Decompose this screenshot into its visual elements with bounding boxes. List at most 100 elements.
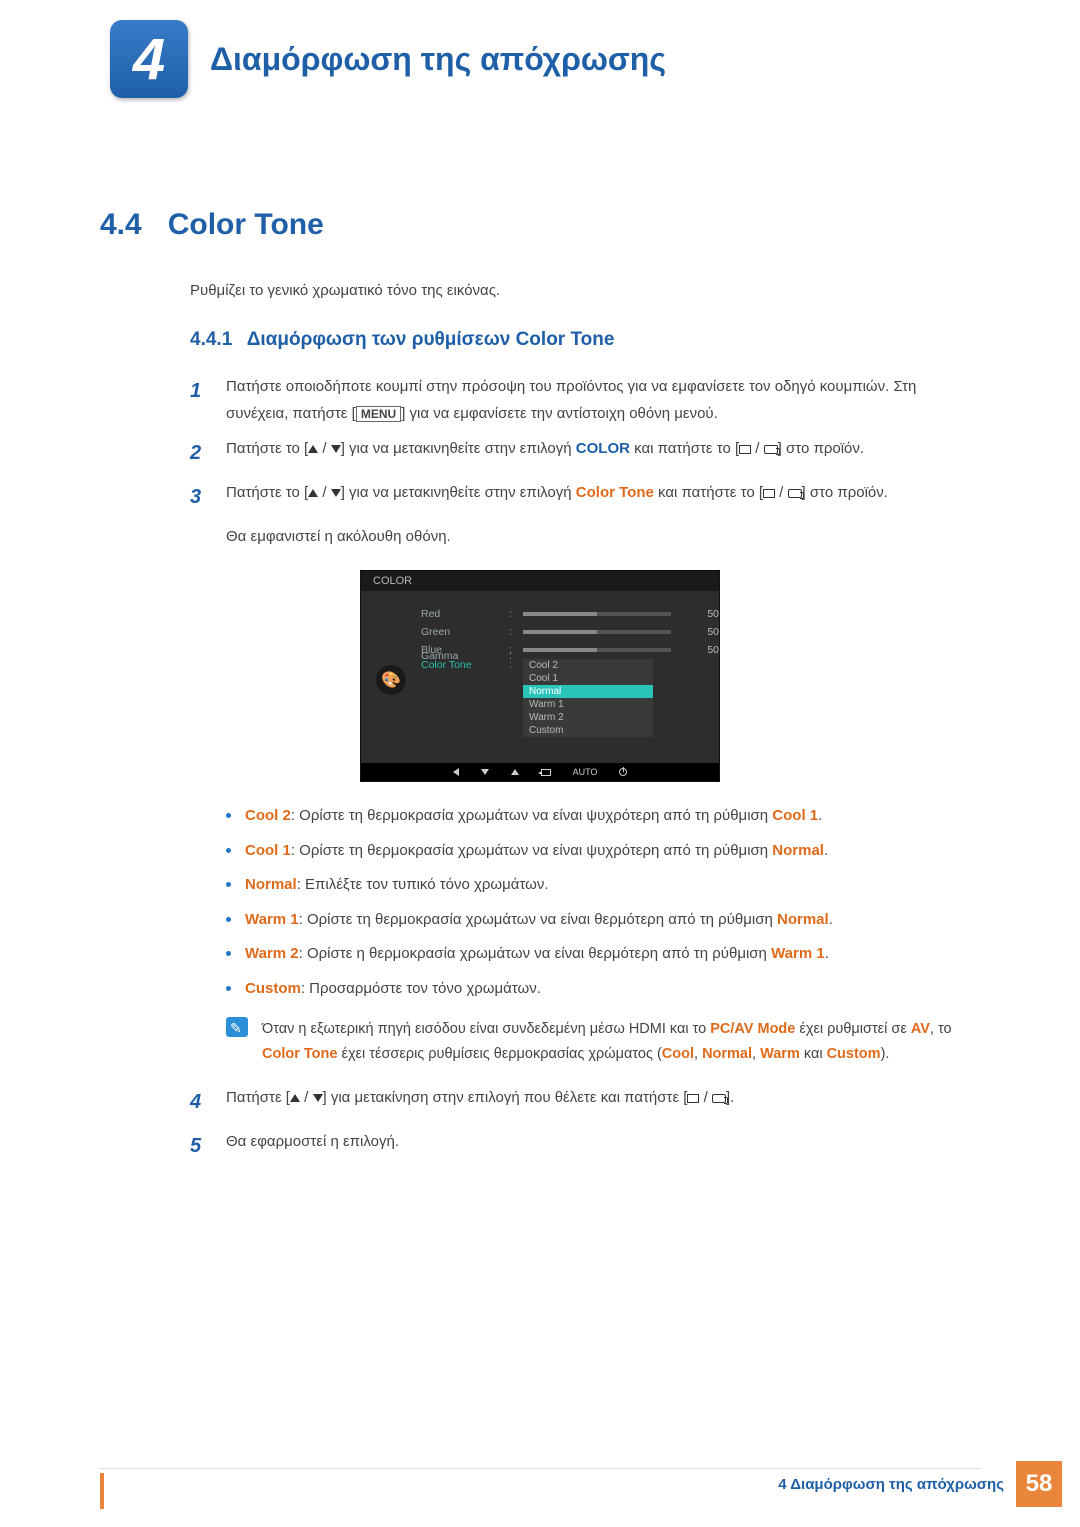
step-number: 4 (190, 1084, 208, 1120)
osd-label-green: Green (421, 626, 501, 638)
note-keyword: Cool (662, 1046, 694, 1062)
bullet-keyword: Warm 1 (245, 911, 299, 928)
left-arrow-icon (453, 768, 459, 776)
bullet-keyword: Warm 2 (245, 945, 299, 962)
bullet-end: . (818, 807, 822, 824)
bullet-keyword: Normal (245, 876, 297, 893)
step-text: ] για να εμφανίσετε την αντίστοιχη οθόνη… (401, 405, 718, 422)
step-3-note: Θα εμφανιστεί η ακόλουθη οθόνη. (226, 523, 980, 550)
osd-value-red: 50 (689, 608, 719, 620)
bullet-text: : Ορίστε η θερμοκρασία χρωμάτων να είναι… (299, 945, 771, 962)
bullet-icon (226, 917, 231, 922)
back-icon (541, 769, 551, 776)
chapter-number-badge: 4 (110, 20, 188, 98)
note-text: έχει τέσσερις ρυθμίσεις θερμοκρασίας χρώ… (337, 1046, 661, 1062)
enter-icon (687, 1094, 699, 1103)
bullet-item: Normal: Επιλέξτε τον τυπικό τόνο χρωμάτω… (226, 871, 980, 900)
section-heading: 4.4 Color Tone (100, 208, 980, 242)
bullet-end: . (824, 842, 828, 859)
note-keyword: Color Tone (262, 1046, 337, 1062)
down-arrow-icon (331, 445, 341, 453)
footer-chapter-label: 4 Διαμόρφωση της απόχρωσης (778, 1476, 1004, 1493)
slider-icon (523, 648, 671, 652)
note-text: ). (881, 1046, 890, 1062)
bullet-icon (226, 813, 231, 818)
section-title: Color Tone (168, 208, 324, 242)
note-keyword: PC/AV Mode (710, 1021, 795, 1037)
osd-dropdown: Cool 2 Cool 1 Normal Warm 1 Warm 2 Custo… (523, 659, 653, 737)
up-arrow-icon (290, 1094, 300, 1102)
keyword-color: COLOR (576, 440, 630, 457)
step-text: Πατήστε το [ (226, 484, 308, 501)
bullet-ref: Normal (772, 842, 824, 859)
bullet-text: : Ορίστε τη θερμοκρασία χρωμάτων να είνα… (291, 807, 772, 824)
note-text: , (694, 1046, 702, 1062)
chapter-title: Διαμόρφωση της απόχρωσης (210, 41, 666, 78)
enter-icon (739, 445, 751, 454)
palette-icon: 🎨 (376, 665, 406, 695)
note-text: , το (930, 1021, 952, 1037)
bullet-end: . (825, 945, 829, 962)
step-number: 5 (190, 1128, 208, 1164)
down-arrow-icon (481, 769, 489, 775)
note-icon (226, 1017, 248, 1037)
step-3: 3 Πατήστε το [ / ] για να μετακινηθείτε … (190, 479, 980, 515)
osd-auto-label: AUTO (573, 767, 598, 777)
bullet-keyword: Cool 2 (245, 807, 291, 824)
step-4: 4 Πατήστε [ / ] για μετακίνηση στην επιλ… (190, 1084, 980, 1120)
note-text: , (752, 1046, 760, 1062)
bullet-item: Cool 2: Ορίστε τη θερμοκρασία χρωμάτων ν… (226, 802, 980, 831)
osd-option: Custom (523, 724, 653, 737)
osd-label-red: Red (421, 608, 501, 620)
bullet-text: : Ορίστε τη θερμοκρασία χρωμάτων να είνα… (291, 842, 772, 859)
osd-title: COLOR (361, 571, 719, 591)
step-1: 1 Πατήστε οποιοδήποτε κουμπί στην πρόσοψ… (190, 373, 980, 427)
slider-icon (523, 630, 671, 634)
osd-label-gamma: Gamma (421, 650, 501, 662)
step-text: Θα εφαρμοστεί η επιλογή. (226, 1128, 980, 1164)
osd-option: Warm 2 (523, 711, 653, 724)
osd-value-green: 50 (689, 626, 719, 638)
bullet-end: . (829, 911, 833, 928)
bullet-text: : Ορίστε τη θερμοκρασία χρωμάτων να είνα… (299, 911, 777, 928)
bullet-item: Custom: Προσαρμόστε τον τόνο χρωμάτων. (226, 975, 980, 1004)
bullet-keyword: Custom (245, 980, 301, 997)
step-text: ] στο προϊόν. (802, 484, 888, 501)
note-text: έχει ρυθμιστεί σε (795, 1021, 910, 1037)
bullet-icon (226, 882, 231, 887)
step-text: και πατήστε το [ (654, 484, 763, 501)
source-icon (712, 1094, 726, 1103)
osd-footer: AUTO (361, 763, 719, 781)
note-keyword: AV (911, 1021, 930, 1037)
subsection-number: 4.4.1 (190, 329, 232, 350)
osd-option-selected: Normal (523, 685, 653, 698)
bullet-item: Warm 2: Ορίστε η θερμοκρασία χρωμάτων να… (226, 940, 980, 969)
section-intro: Ρυθμίζει το γενικό χρωματικό τόνο της ει… (190, 282, 980, 299)
step-number: 1 (190, 373, 208, 427)
note-text: και (800, 1046, 827, 1062)
step-text: Πατήστε [ (226, 1089, 290, 1106)
step-text: ] για μετακίνηση στην επιλογή που θέλετε… (323, 1089, 688, 1106)
bullet-text: : Επιλέξτε τον τυπικό τόνο χρωμάτων. (297, 876, 549, 893)
osd-screenshot: COLOR 🎨 Red:50 Green:50 Blue:50 Color To… (360, 570, 720, 782)
bullet-ref: Normal (777, 911, 829, 928)
step-2: 2 Πατήστε το [ / ] για να μετακινηθείτε … (190, 435, 980, 471)
slider-icon (523, 612, 671, 616)
note-keyword: Warm (760, 1046, 800, 1062)
up-arrow-icon (511, 769, 519, 775)
up-arrow-icon (308, 445, 318, 453)
bullet-icon (226, 951, 231, 956)
enter-icon (763, 489, 775, 498)
up-arrow-icon (308, 489, 318, 497)
page-footer: 4 Διαμόρφωση της απόχρωσης 58 (0, 1461, 1080, 1507)
subsection-title: Διαμόρφωση των ρυθμίσεων Color Tone (247, 329, 615, 350)
subsection-heading: 4.4.1 Διαμόρφωση των ρυθμίσεων Color Ton… (190, 329, 980, 351)
osd-option: Warm 1 (523, 698, 653, 711)
bullet-icon (226, 848, 231, 853)
bullet-item: Cool 1: Ορίστε τη θερμοκρασία χρωμάτων ν… (226, 837, 980, 866)
bullet-ref: Warm 1 (771, 945, 825, 962)
note-text: Όταν η εξωτερική πηγή εισόδου είναι συνδ… (262, 1021, 710, 1037)
osd-option: Cool 2 (523, 659, 653, 672)
note-keyword: Custom (827, 1046, 881, 1062)
down-arrow-icon (313, 1094, 323, 1102)
